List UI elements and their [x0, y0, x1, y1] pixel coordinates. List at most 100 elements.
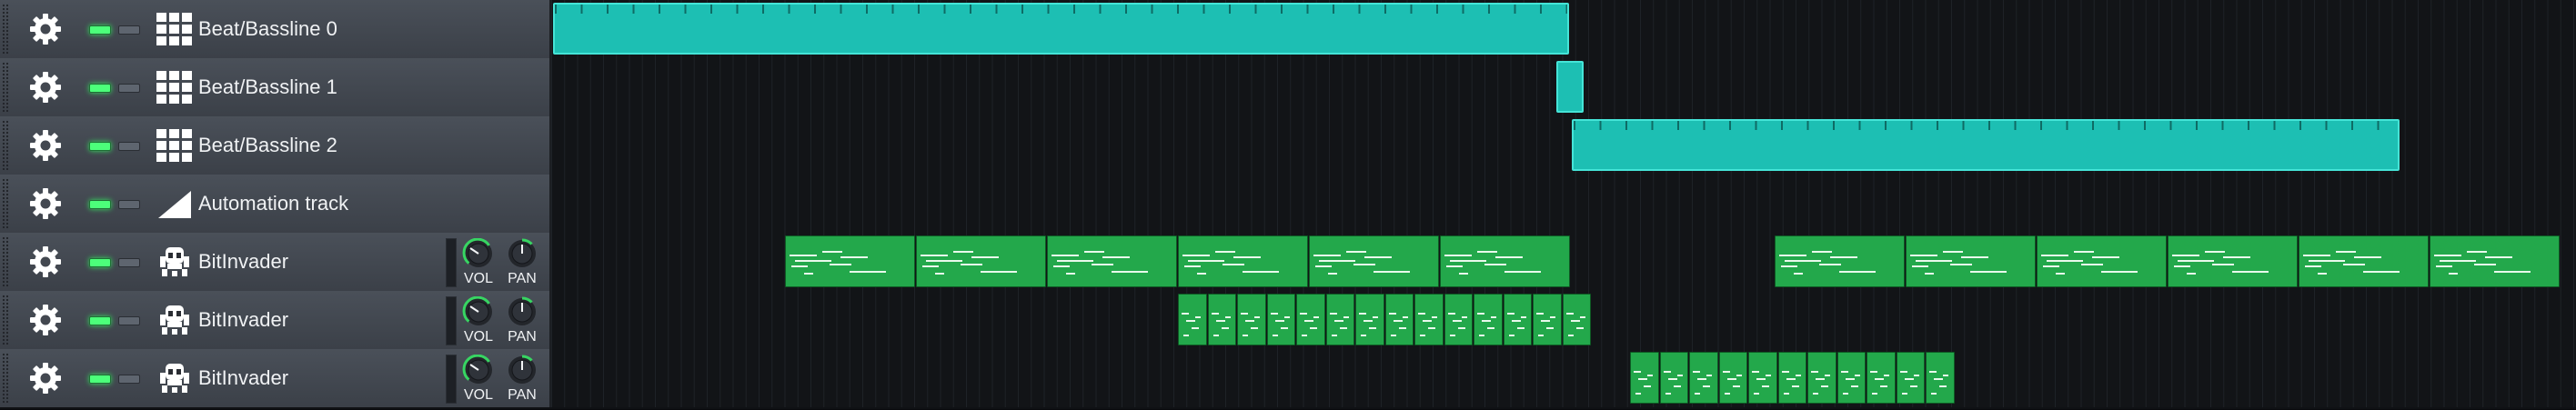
pattern-clip[interactable] [1562, 294, 1591, 345]
pattern-clip[interactable] [1718, 352, 1747, 404]
track-lane[interactable] [551, 291, 2576, 349]
track-beat-bassline-0: Beat/Bassline 0 [0, 0, 2576, 59]
pattern-clip[interactable] [1178, 235, 1308, 287]
pan-knob[interactable] [506, 355, 538, 385]
solo-toggle[interactable] [118, 25, 140, 35]
pattern-clip[interactable] [1659, 352, 1688, 404]
track-lane[interactable] [551, 0, 2576, 58]
pattern-clip[interactable] [1503, 294, 1532, 345]
note-preview [1870, 371, 1889, 395]
pattern-clip[interactable] [1896, 352, 1925, 404]
pattern-clip[interactable] [1237, 294, 1266, 345]
pattern-clip[interactable] [1440, 235, 1570, 287]
pattern-clip[interactable] [1630, 352, 1659, 404]
gear-icon[interactable] [27, 244, 64, 280]
track-lane[interactable] [551, 233, 2576, 291]
mute-toggle[interactable] [89, 84, 111, 93]
pattern-clip[interactable] [1355, 294, 1384, 345]
pattern-clip[interactable] [1207, 294, 1236, 345]
pan-knob[interactable] [506, 296, 538, 327]
note-preview [2041, 251, 2138, 275]
gear-icon[interactable] [27, 302, 64, 338]
track-name[interactable]: Beat/Bassline 2 [198, 133, 337, 158]
drag-handle[interactable] [2, 178, 9, 229]
mute-toggle[interactable] [89, 200, 111, 209]
drag-handle[interactable] [2, 62, 9, 113]
track-name[interactable]: Automation track [198, 191, 348, 216]
pattern-clip[interactable] [1444, 294, 1473, 345]
bb-clip[interactable] [553, 3, 1569, 55]
track-name[interactable]: BitInvader [198, 307, 288, 333]
note-preview [1444, 251, 1541, 275]
mute-toggle[interactable] [89, 375, 111, 384]
mute-toggle[interactable] [89, 142, 111, 151]
pattern-clip[interactable] [1384, 294, 1414, 345]
track-name[interactable]: Beat/Bassline 0 [198, 16, 337, 42]
pattern-clip[interactable] [1807, 352, 1836, 404]
track-header: Beat/Bassline 1 [0, 58, 551, 116]
mute-toggle[interactable] [89, 258, 111, 267]
solo-toggle[interactable] [118, 200, 140, 209]
volume-knob[interactable] [462, 238, 495, 269]
track-lane[interactable] [551, 349, 2576, 407]
solo-toggle[interactable] [118, 84, 140, 93]
pattern-clip[interactable] [916, 235, 1046, 287]
gear-icon[interactable] [27, 69, 64, 105]
track-name[interactable]: Beat/Bassline 1 [198, 75, 337, 100]
pattern-clip[interactable] [1325, 294, 1354, 345]
pattern-clip[interactable] [1689, 352, 1718, 404]
drag-handle[interactable] [2, 236, 9, 287]
note-preview [1752, 371, 1771, 395]
note-preview [1536, 313, 1555, 336]
pattern-clip[interactable] [1266, 294, 1295, 345]
track-name[interactable]: BitInvader [198, 365, 288, 391]
pattern-clip[interactable] [1777, 352, 1806, 404]
song-editor: Beat/Bassline 0 Beat/Bassline 1 Beat/Bas… [0, 0, 2576, 410]
pattern-clip[interactable] [1748, 352, 1777, 404]
pan-knob[interactable] [506, 238, 538, 269]
track-lane[interactable] [551, 116, 2576, 175]
track-lane[interactable] [551, 58, 2576, 116]
solo-toggle[interactable] [118, 142, 140, 151]
mute-toggle[interactable] [89, 316, 111, 325]
pattern-clip[interactable] [785, 235, 915, 287]
bb-clip[interactable] [1556, 61, 1584, 113]
drag-handle[interactable] [2, 4, 9, 55]
note-preview [921, 251, 1017, 275]
volume-knob[interactable] [462, 296, 495, 327]
solo-toggle[interactable] [118, 375, 140, 384]
track-header: BitInvader VOL PAN [0, 349, 551, 407]
solo-toggle[interactable] [118, 316, 140, 325]
pattern-clip[interactable] [1775, 235, 1905, 287]
solo-toggle[interactable] [118, 258, 140, 267]
pattern-clip[interactable] [1926, 352, 1955, 404]
bb-clip[interactable] [1572, 119, 2400, 171]
pattern-clip[interactable] [2037, 235, 2167, 287]
track-mixer: VOL PAN [446, 353, 548, 404]
pattern-clip[interactable] [1533, 294, 1562, 345]
pattern-clip[interactable] [1178, 294, 1207, 345]
track-lane[interactable] [551, 175, 2576, 233]
pattern-clip[interactable] [1414, 294, 1444, 345]
gear-icon[interactable] [27, 360, 64, 396]
drag-handle[interactable] [2, 295, 9, 345]
volume-knob[interactable] [462, 355, 495, 385]
pattern-clip[interactable] [1867, 352, 1896, 404]
pattern-clip[interactable] [1906, 235, 2036, 287]
pattern-clip[interactable] [1474, 294, 1503, 345]
drag-handle[interactable] [2, 120, 9, 171]
pattern-clip[interactable] [1836, 352, 1866, 404]
gear-icon[interactable] [27, 185, 64, 222]
drag-handle[interactable] [2, 353, 9, 404]
gear-icon[interactable] [27, 127, 64, 164]
pattern-clip[interactable] [1296, 294, 1325, 345]
pattern-clip[interactable] [2430, 235, 2560, 287]
grid-icon [156, 129, 192, 162]
pattern-clip[interactable] [2168, 235, 2298, 287]
pattern-clip[interactable] [2299, 235, 2429, 287]
pattern-clip[interactable] [1309, 235, 1439, 287]
mute-toggle[interactable] [89, 25, 111, 35]
gear-icon[interactable] [27, 11, 64, 47]
track-name[interactable]: BitInvader [198, 249, 288, 275]
pattern-clip[interactable] [1047, 235, 1177, 287]
